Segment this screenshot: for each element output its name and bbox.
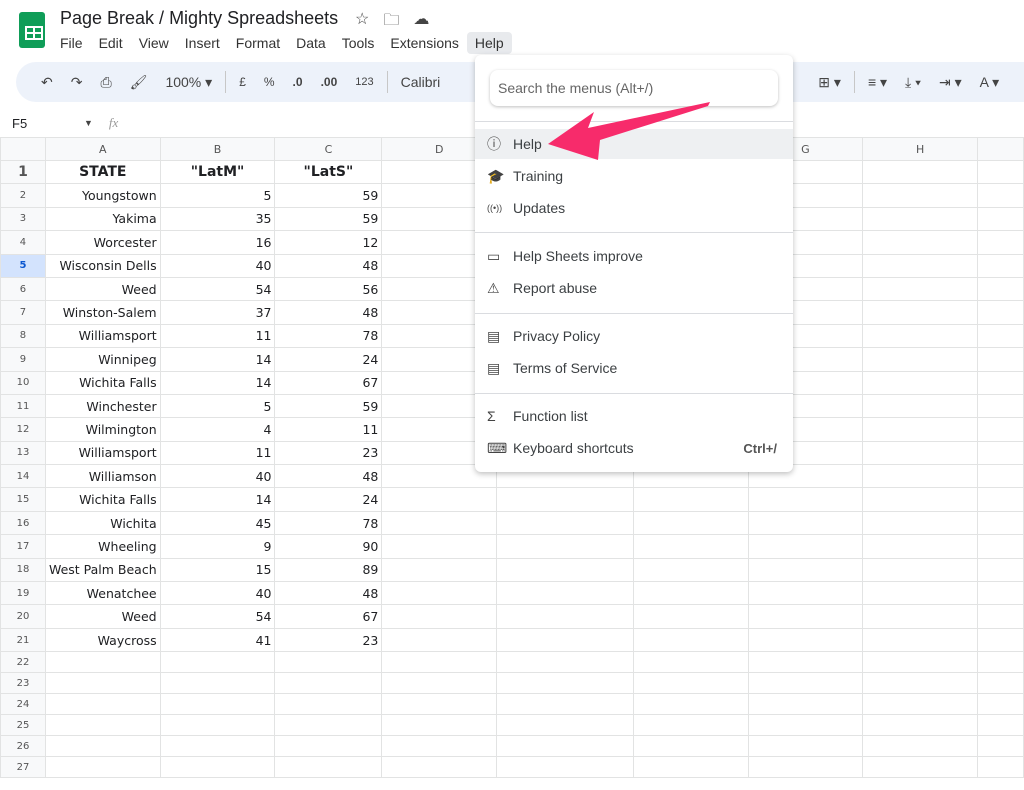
arrow-shape bbox=[548, 102, 710, 160]
annotation-arrow bbox=[548, 102, 710, 160]
